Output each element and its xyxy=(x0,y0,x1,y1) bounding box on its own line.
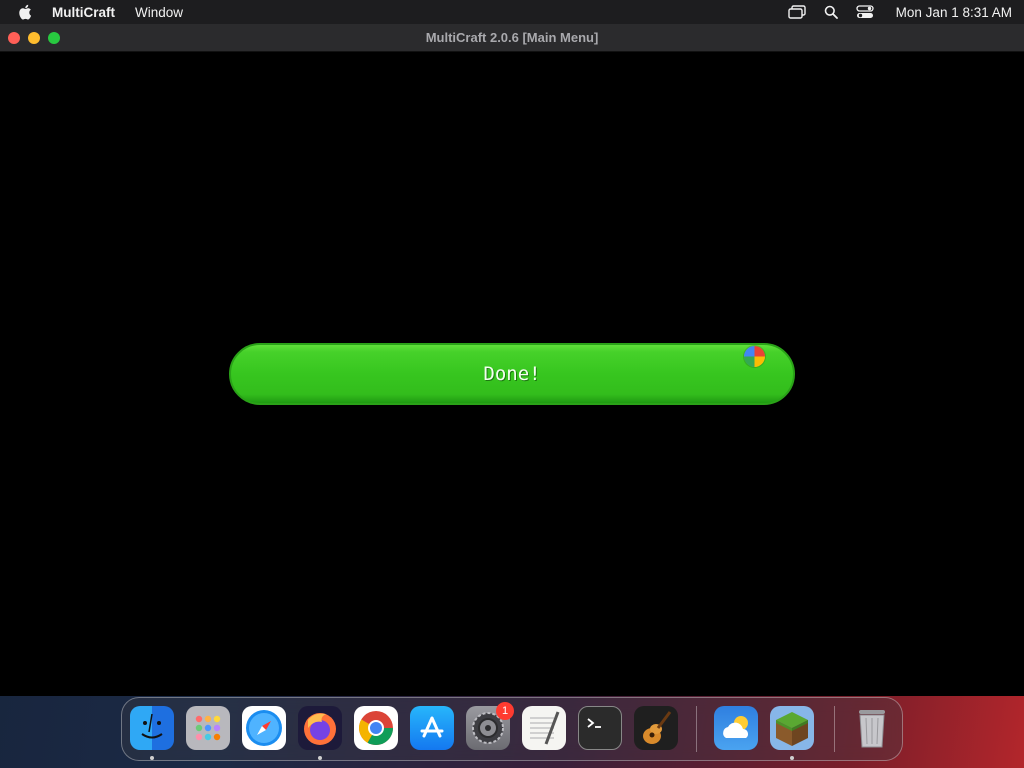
dock-separator xyxy=(696,706,697,752)
dock-separator xyxy=(834,706,835,752)
dock-app-store-icon[interactable] xyxy=(410,706,454,750)
dock-garageband-icon[interactable] xyxy=(634,706,678,750)
control-center-icon[interactable] xyxy=(856,4,874,20)
dock-firefox-icon[interactable] xyxy=(298,706,342,750)
dock-running-indicator xyxy=(318,756,322,760)
multicraft-window: MultiCraft 2.0.6 [Main Menu] Done! xyxy=(0,24,1024,696)
game-canvas[interactable]: Done! xyxy=(0,52,1024,696)
dock-chrome-icon[interactable] xyxy=(354,706,398,750)
dock-textedit-icon[interactable] xyxy=(522,706,566,750)
dock-terminal-icon[interactable] xyxy=(578,706,622,750)
dock-multicraft-icon[interactable] xyxy=(770,706,814,750)
dock-finder-icon[interactable] xyxy=(130,706,174,750)
dock-trash-icon[interactable] xyxy=(850,706,894,750)
dock-launchpad-icon[interactable] xyxy=(186,706,230,750)
dock-weather-icon[interactable] xyxy=(714,706,758,750)
window-titlebar[interactable]: MultiCraft 2.0.6 [Main Menu] xyxy=(0,24,1024,52)
close-window-button[interactable] xyxy=(8,31,20,44)
window-title: MultiCraft 2.0.6 [Main Menu] xyxy=(425,30,599,45)
dock-running-indicator xyxy=(790,756,794,760)
dock-system-settings-icon[interactable]: 1 xyxy=(466,702,514,750)
dock-safari-icon[interactable] xyxy=(242,706,286,750)
loading-spinner-icon xyxy=(744,346,765,367)
minimize-window-button[interactable] xyxy=(28,31,40,44)
notification-badge: 1 xyxy=(496,702,514,720)
dock-running-indicator xyxy=(150,756,154,760)
window-menu[interactable]: Window xyxy=(135,5,183,20)
done-button[interactable]: Done! xyxy=(229,343,795,405)
menu-clock[interactable]: Mon Jan 1 8:31 AM xyxy=(896,5,1012,20)
spotlight-search-icon[interactable] xyxy=(822,4,840,20)
dock: 1 xyxy=(121,697,903,761)
menu-bar: MultiCraft Window Mon Jan 1 8:31 AM xyxy=(0,0,1024,24)
app-menu-name[interactable]: MultiCraft xyxy=(52,5,115,20)
window-controls xyxy=(8,31,60,44)
fullscreen-window-button[interactable] xyxy=(48,31,60,44)
screen-mirroring-icon[interactable] xyxy=(787,4,806,20)
status-area: Mon Jan 1 8:31 AM xyxy=(787,4,1012,20)
apple-icon[interactable] xyxy=(18,4,34,20)
